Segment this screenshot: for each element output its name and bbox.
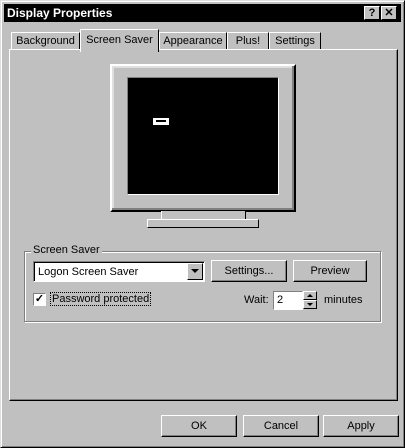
wait-spinner[interactable] bbox=[303, 291, 317, 310]
help-button[interactable]: ? bbox=[364, 6, 380, 20]
screen-saver-select-value: Logon Screen Saver bbox=[38, 266, 139, 278]
preview-button[interactable]: Preview bbox=[293, 260, 367, 282]
monitor-base bbox=[147, 219, 259, 228]
password-protected-label[interactable]: Password protected bbox=[49, 292, 152, 306]
wait-label: Wait: bbox=[244, 294, 269, 306]
monitor-preview bbox=[110, 64, 296, 212]
screensaver-preview-icon bbox=[153, 118, 169, 125]
tab-background[interactable]: Background bbox=[11, 32, 80, 50]
spin-up-icon[interactable] bbox=[303, 291, 317, 300]
display-properties-window: Display Properties ? ✕ Background Screen… bbox=[0, 0, 405, 448]
tab-settings[interactable]: Settings bbox=[269, 32, 321, 50]
wait-minutes-input[interactable]: 2 bbox=[273, 291, 303, 310]
password-checkbox[interactable]: ✓ bbox=[33, 293, 46, 306]
monitor-neck bbox=[161, 211, 246, 219]
window-title: Display Properties bbox=[7, 6, 113, 20]
chevron-down-icon[interactable] bbox=[187, 263, 203, 280]
preview-screen bbox=[127, 77, 279, 195]
screen-saver-select[interactable]: Logon Screen Saver bbox=[33, 261, 205, 282]
tab-screen-saver[interactable]: Screen Saver bbox=[80, 29, 159, 52]
close-button[interactable]: ✕ bbox=[381, 6, 397, 20]
spin-down-icon[interactable] bbox=[303, 300, 317, 309]
minutes-label: minutes bbox=[324, 294, 363, 306]
tab-plus[interactable]: Plus! bbox=[227, 32, 269, 50]
ok-button[interactable]: OK bbox=[161, 415, 237, 437]
cancel-button[interactable]: Cancel bbox=[243, 415, 319, 437]
tab-appearance[interactable]: Appearance bbox=[159, 32, 227, 50]
screen-saver-group-label: Screen Saver bbox=[31, 244, 102, 256]
settings-button[interactable]: Settings... bbox=[211, 260, 287, 282]
title-bar[interactable]: Display Properties ? ✕ bbox=[4, 4, 401, 22]
apply-button[interactable]: Apply bbox=[323, 415, 399, 437]
